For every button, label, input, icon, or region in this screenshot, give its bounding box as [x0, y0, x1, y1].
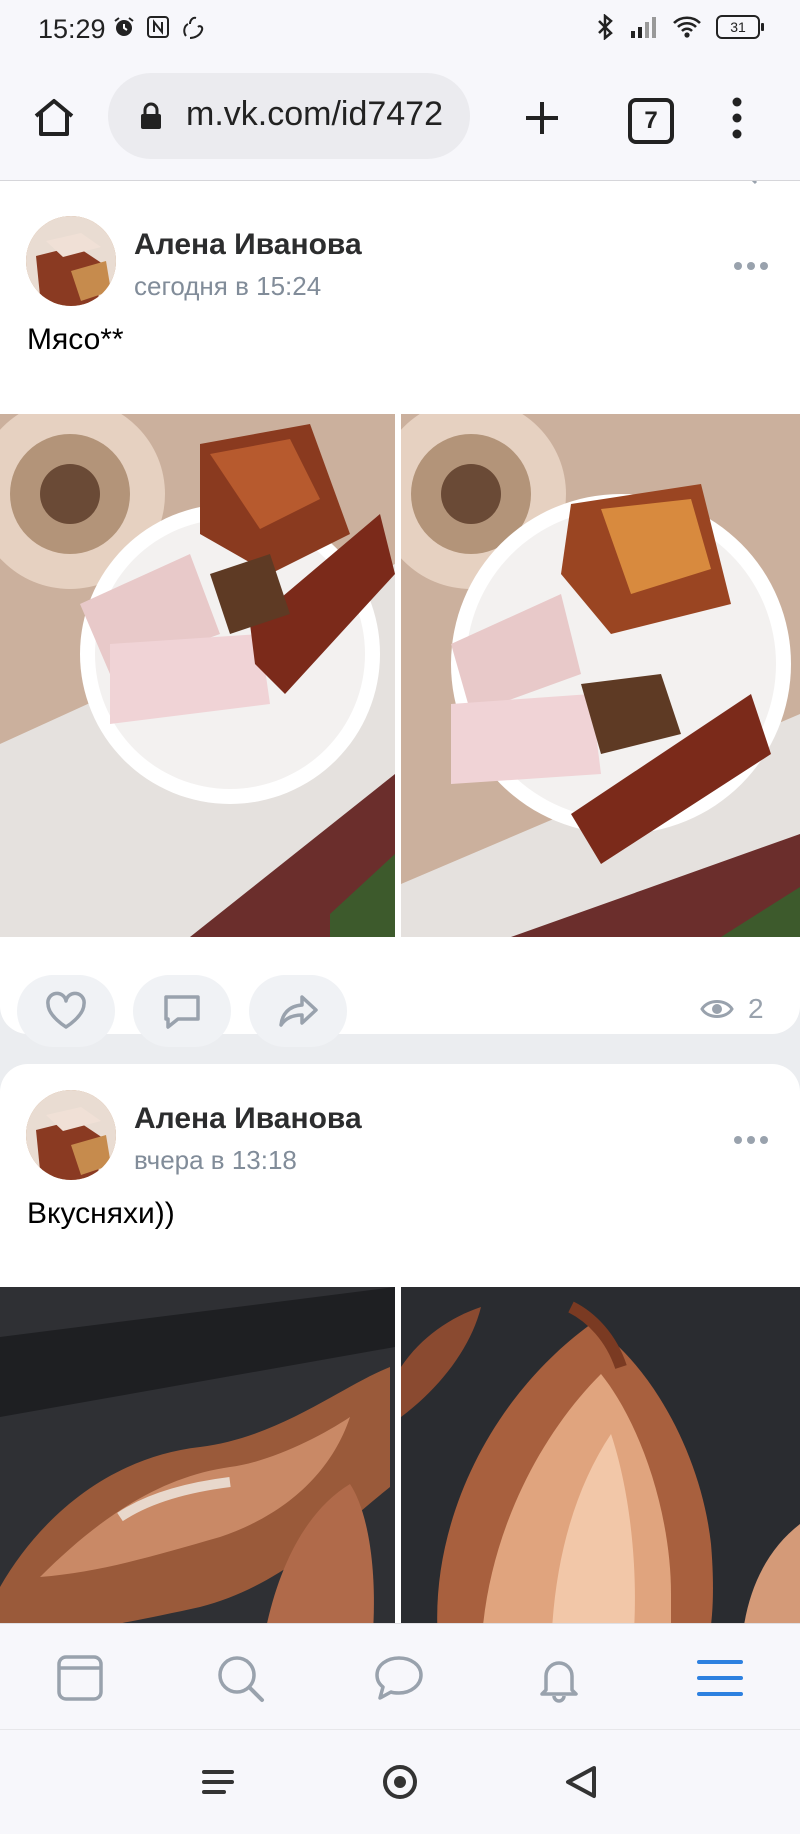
smoked-meat-plate-photo-1: [0, 414, 395, 937]
post-author[interactable]: Алена Иванова: [134, 228, 362, 262]
alarm-icon: [114, 17, 134, 36]
tab-switcher-button[interactable]: 7: [628, 98, 674, 144]
post-time[interactable]: сегодня в 15:24: [134, 271, 321, 302]
news-feed: Алена Иванова сегодня в 15:24 Мясо** 2 А…: [0, 181, 800, 1623]
new-tab-plus-icon[interactable]: [518, 94, 566, 142]
news-feed-icon[interactable]: [54, 1652, 106, 1704]
nfc-icon: [147, 16, 169, 38]
recent-apps-icon[interactable]: [196, 1760, 240, 1804]
avatar-image: [26, 1090, 116, 1180]
post-card: Алена Иванова вчера в 13:18 Вкусняхи)): [0, 1064, 800, 1623]
comment-button[interactable]: [133, 975, 231, 1047]
post-card: Алена Иванова сегодня в 15:24 Мясо** 2: [0, 181, 800, 1047]
smoked-meat-plate-photo-2: [401, 414, 800, 937]
heart-icon: [46, 991, 86, 1029]
back-icon[interactable]: [560, 1760, 604, 1804]
status-bar: 15:29 31: [0, 0, 800, 60]
share-button[interactable]: [249, 975, 347, 1047]
bluetooth-icon: [598, 14, 613, 40]
views-count: 2: [748, 993, 764, 1024]
comment-icon: [164, 995, 200, 1029]
battery-indicator: 31: [716, 15, 764, 39]
avatar[interactable]: [26, 216, 116, 306]
search-icon[interactable]: [214, 1652, 266, 1704]
post-photo[interactable]: [401, 414, 800, 937]
bottom-tab-bar: [0, 1623, 800, 1730]
post-text: Вкусняхи)): [27, 1197, 175, 1230]
messages-icon[interactable]: [373, 1652, 425, 1704]
like-button[interactable]: [17, 975, 115, 1047]
signal-icon: [631, 17, 656, 38]
wifi-icon: [673, 16, 701, 38]
post-photo[interactable]: [0, 414, 395, 937]
home-icon[interactable]: [30, 94, 78, 142]
post-time[interactable]: вчера в 13:18: [134, 1145, 297, 1176]
eye-icon: [700, 1000, 734, 1018]
post-options-icon[interactable]: [734, 262, 768, 270]
url-text: m.vk.com/id7472: [186, 95, 443, 133]
post-options-icon[interactable]: [734, 1136, 768, 1144]
menu-icon[interactable]: [694, 1652, 746, 1704]
status-time: 15:29: [38, 14, 106, 44]
lock-icon: [141, 102, 161, 129]
notifications-icon[interactable]: [533, 1652, 585, 1704]
views-counter: 2: [700, 993, 764, 1025]
avatar-image: [26, 216, 116, 306]
avatar[interactable]: [26, 1090, 116, 1180]
home-button-icon[interactable]: [378, 1760, 422, 1804]
overflow-menu-icon[interactable]: [722, 96, 752, 140]
smoked-fish-photo-1: [0, 1287, 395, 1623]
gesture-icon: [183, 16, 204, 39]
post-photo[interactable]: [0, 1287, 395, 1623]
post-text: Мясо**: [27, 323, 124, 356]
post-author[interactable]: Алена Иванова: [134, 1102, 362, 1136]
share-icon: [279, 995, 318, 1027]
browser-toolbar: m.vk.com/id7472 7: [0, 60, 800, 181]
system-navigation-bar: [0, 1729, 800, 1834]
address-bar[interactable]: m.vk.com/id7472: [108, 73, 470, 159]
search-icon: [751, 181, 758, 185]
smoked-fish-photo-2: [401, 1287, 800, 1623]
post-photo[interactable]: [401, 1287, 800, 1623]
